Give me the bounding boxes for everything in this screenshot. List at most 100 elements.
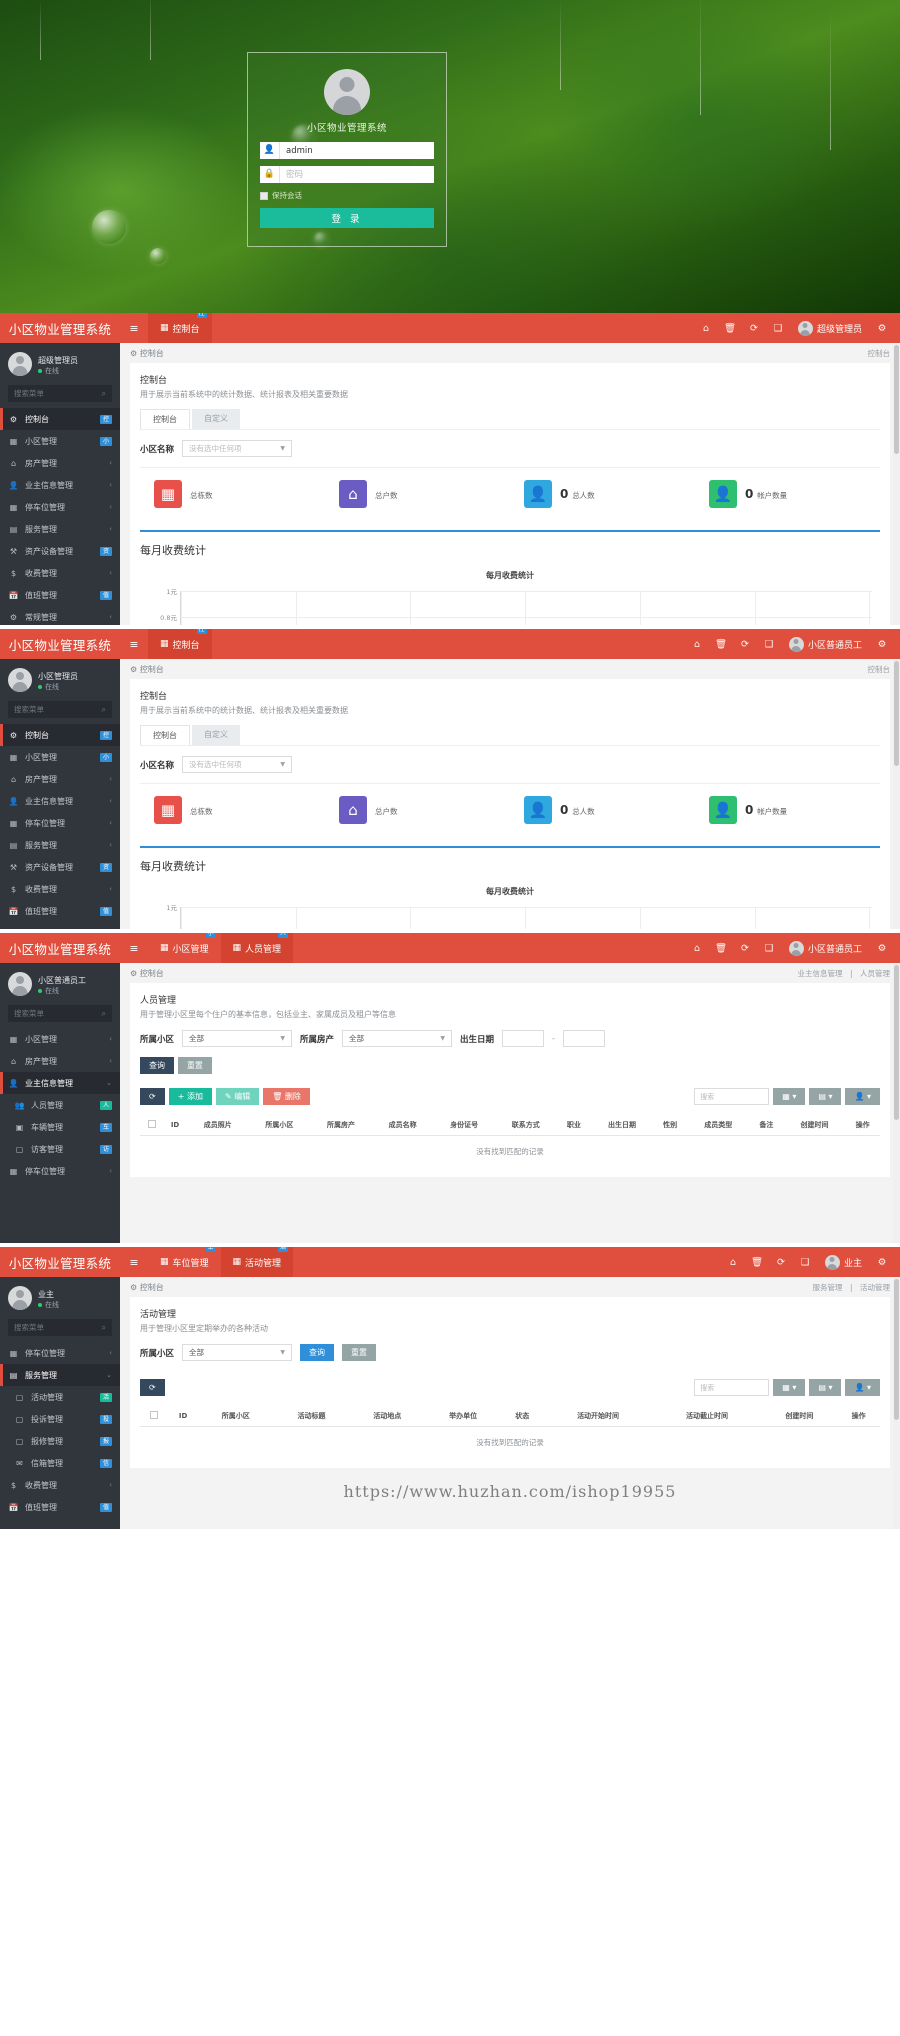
sidebar-item-0[interactable]: ⚙ 控制台 控: [0, 724, 120, 746]
date-from-input[interactable]: [502, 1030, 545, 1047]
tab-0[interactable]: 控 ▦ 控制台: [148, 629, 212, 659]
tab-1[interactable]: 活 ▦ 活动管理: [220, 1247, 294, 1277]
refresh-icon[interactable]: ⟳: [733, 639, 757, 650]
sidebar-item-6[interactable]: ⚒ 资产设备管理 资: [0, 540, 120, 562]
sidebar-user[interactable]: 业主 在线: [0, 1277, 120, 1319]
sidebar-item-7[interactable]: $ 收费管理 ‹: [0, 562, 120, 584]
community-select[interactable]: 没有选中任何项 ▼: [182, 440, 293, 457]
refresh-button[interactable]: ⟳: [140, 1379, 165, 1396]
sidebar-item-4[interactable]: ▦ 停车位管理 ‹: [0, 812, 120, 834]
home-icon[interactable]: ⌂: [694, 323, 718, 334]
inner-tab-0[interactable]: 控制台: [140, 409, 190, 429]
trash-icon[interactable]: 🗑: [745, 1257, 769, 1268]
filter-select-0[interactable]: 全部 ▼: [182, 1344, 293, 1361]
inner-tab-1[interactable]: 自定义: [192, 409, 240, 429]
sidebar-item-4[interactable]: ▢ 报修管理 报: [0, 1430, 120, 1452]
user-filter-button[interactable]: 👤 ▾: [845, 1379, 880, 1396]
sidebar-item-3[interactable]: 👥 人员管理 人: [0, 1094, 120, 1116]
sidebar-item-4[interactable]: ▣ 车辆管理 车: [0, 1116, 120, 1138]
community-select[interactable]: 没有选中任何项 ▼: [182, 756, 293, 773]
stat-card-1[interactable]: ⌂ 总户数: [325, 784, 510, 836]
search-button[interactable]: 查询: [140, 1057, 174, 1074]
username-input[interactable]: [280, 142, 434, 159]
trash-icon[interactable]: 🗑: [709, 639, 733, 650]
edit-button[interactable]: ✎ 编辑: [215, 1088, 260, 1105]
sidebar-item-0[interactable]: ▦ 小区管理 ‹: [0, 1028, 120, 1050]
refresh-icon[interactable]: ⟳: [733, 943, 757, 954]
columns-button[interactable]: ▤ ▾: [809, 1088, 842, 1105]
sidebar-item-2[interactable]: 👤 业主信息管理 ⌄: [0, 1072, 120, 1094]
sidebar-item-1[interactable]: ▤ 服务管理 ⌄: [0, 1364, 120, 1386]
gear-icon[interactable]: ⚙: [870, 639, 894, 650]
sidebar-item-6[interactable]: ▦ 停车位管理 ‹: [0, 1160, 120, 1182]
search-button[interactable]: 查询: [300, 1344, 335, 1361]
select-all-checkbox[interactable]: [140, 1115, 164, 1136]
trash-icon[interactable]: 🗑: [709, 943, 733, 954]
login-button[interactable]: 登 录: [260, 208, 434, 228]
tab-0[interactable]: 控 ▦ 控制台: [148, 313, 212, 343]
expand-icon[interactable]: ❑: [757, 639, 781, 650]
top-user[interactable]: 超级管理员: [790, 320, 870, 336]
inner-tab-0[interactable]: 控制台: [140, 725, 190, 745]
sidebar-user[interactable]: 超级管理员 在线: [0, 343, 120, 385]
sidebar-item-8[interactable]: 📅 值班管理 值: [0, 900, 120, 922]
home-icon[interactable]: ⌂: [685, 639, 709, 650]
scrollbar[interactable]: [893, 343, 900, 625]
scrollbar[interactable]: [893, 659, 900, 929]
sidebar-item-6[interactable]: $ 收费管理 ‹: [0, 1474, 120, 1496]
sidebar-item-5[interactable]: ▤ 服务管理 ‹: [0, 518, 120, 540]
top-user[interactable]: 小区普通员工: [781, 636, 870, 652]
sidebar-item-9[interactable]: ♛ 权限管理‹: [0, 922, 120, 930]
hamburger-icon[interactable]: ≡: [120, 313, 148, 343]
menu-search-input[interactable]: 搜索菜单 ⌕: [8, 385, 112, 402]
refresh-icon[interactable]: ⟳: [769, 1257, 793, 1268]
columns-button[interactable]: ▤ ▾: [809, 1379, 842, 1396]
sidebar-item-1[interactable]: ⌂ 房产管理 ‹: [0, 1050, 120, 1072]
menu-search-input[interactable]: 搜索菜单 ⌕: [8, 701, 112, 718]
sidebar-item-1[interactable]: ▦ 小区管理 小: [0, 746, 120, 768]
select-all-checkbox[interactable]: [140, 1406, 169, 1427]
sidebar-item-1[interactable]: ▦ 小区管理 小: [0, 430, 120, 452]
sidebar-item-7[interactable]: $ 收费管理 ‹: [0, 878, 120, 900]
user-filter-button[interactable]: 👤 ▾: [845, 1088, 880, 1105]
sidebar-item-4[interactable]: ▦ 停车位管理 ‹: [0, 496, 120, 518]
sidebar-item-3[interactable]: ▢ 投诉管理 投: [0, 1408, 120, 1430]
sidebar-user[interactable]: 小区普通员工 在线: [0, 963, 120, 1005]
gear-icon[interactable]: ⚙: [870, 1257, 894, 1268]
tab-1[interactable]: 人 ▦ 人员管理: [220, 933, 294, 963]
export-button[interactable]: ▦ ▾: [773, 1088, 806, 1105]
top-user[interactable]: 小区普通员工: [781, 940, 870, 956]
sidebar-item-2[interactable]: ⌂ 房产管理 ‹: [0, 452, 120, 474]
refresh-icon[interactable]: ⟳: [742, 323, 766, 334]
sidebar-item-3[interactable]: 👤 业主信息管理 ‹: [0, 474, 120, 496]
stat-card-0[interactable]: ▦ 总栋数: [140, 784, 325, 836]
sidebar-item-8[interactable]: 📅 值班管理 值: [0, 584, 120, 606]
home-icon[interactable]: ⌂: [721, 1257, 745, 1268]
tab-0[interactable]: 车 ▦ 车位管理: [148, 1247, 221, 1277]
export-button[interactable]: ▦ ▾: [773, 1379, 806, 1396]
refresh-button[interactable]: ⟳: [140, 1088, 165, 1105]
stat-card-2[interactable]: 👤 0 总人数: [510, 468, 695, 520]
expand-icon[interactable]: ❑: [793, 1257, 817, 1268]
sidebar-item-0[interactable]: ⚙ 控制台 控: [0, 408, 120, 430]
table-search-input[interactable]: 搜索: [694, 1379, 770, 1396]
menu-search-input[interactable]: 搜索菜单 ⌕: [8, 1319, 112, 1336]
expand-icon[interactable]: ❑: [766, 323, 790, 334]
stat-card-3[interactable]: 👤 0 帐户数量: [695, 784, 880, 836]
delete-button[interactable]: 🗑 删除: [263, 1088, 310, 1105]
home-icon[interactable]: ⌂: [685, 943, 709, 954]
expand-icon[interactable]: ❑: [757, 943, 781, 954]
reset-button[interactable]: 重置: [177, 1057, 212, 1074]
sidebar-item-2[interactable]: ▢ 活动管理 活: [0, 1386, 120, 1408]
scrollbar[interactable]: [893, 1277, 900, 1529]
checkbox-box[interactable]: [260, 191, 268, 200]
top-user[interactable]: 业主: [817, 1254, 870, 1270]
sidebar-item-2[interactable]: ⌂ 房产管理 ‹: [0, 768, 120, 790]
sidebar-item-6[interactable]: ⚒ 资产设备管理 资: [0, 856, 120, 878]
filter-select-1[interactable]: 全部 ▼: [342, 1030, 453, 1047]
hamburger-icon[interactable]: ≡: [120, 629, 148, 659]
add-button[interactable]: + 添加: [168, 1088, 212, 1105]
password-input[interactable]: [280, 166, 434, 183]
filter-select-0[interactable]: 全部 ▼: [182, 1030, 293, 1047]
gear-icon[interactable]: ⚙: [870, 323, 894, 334]
